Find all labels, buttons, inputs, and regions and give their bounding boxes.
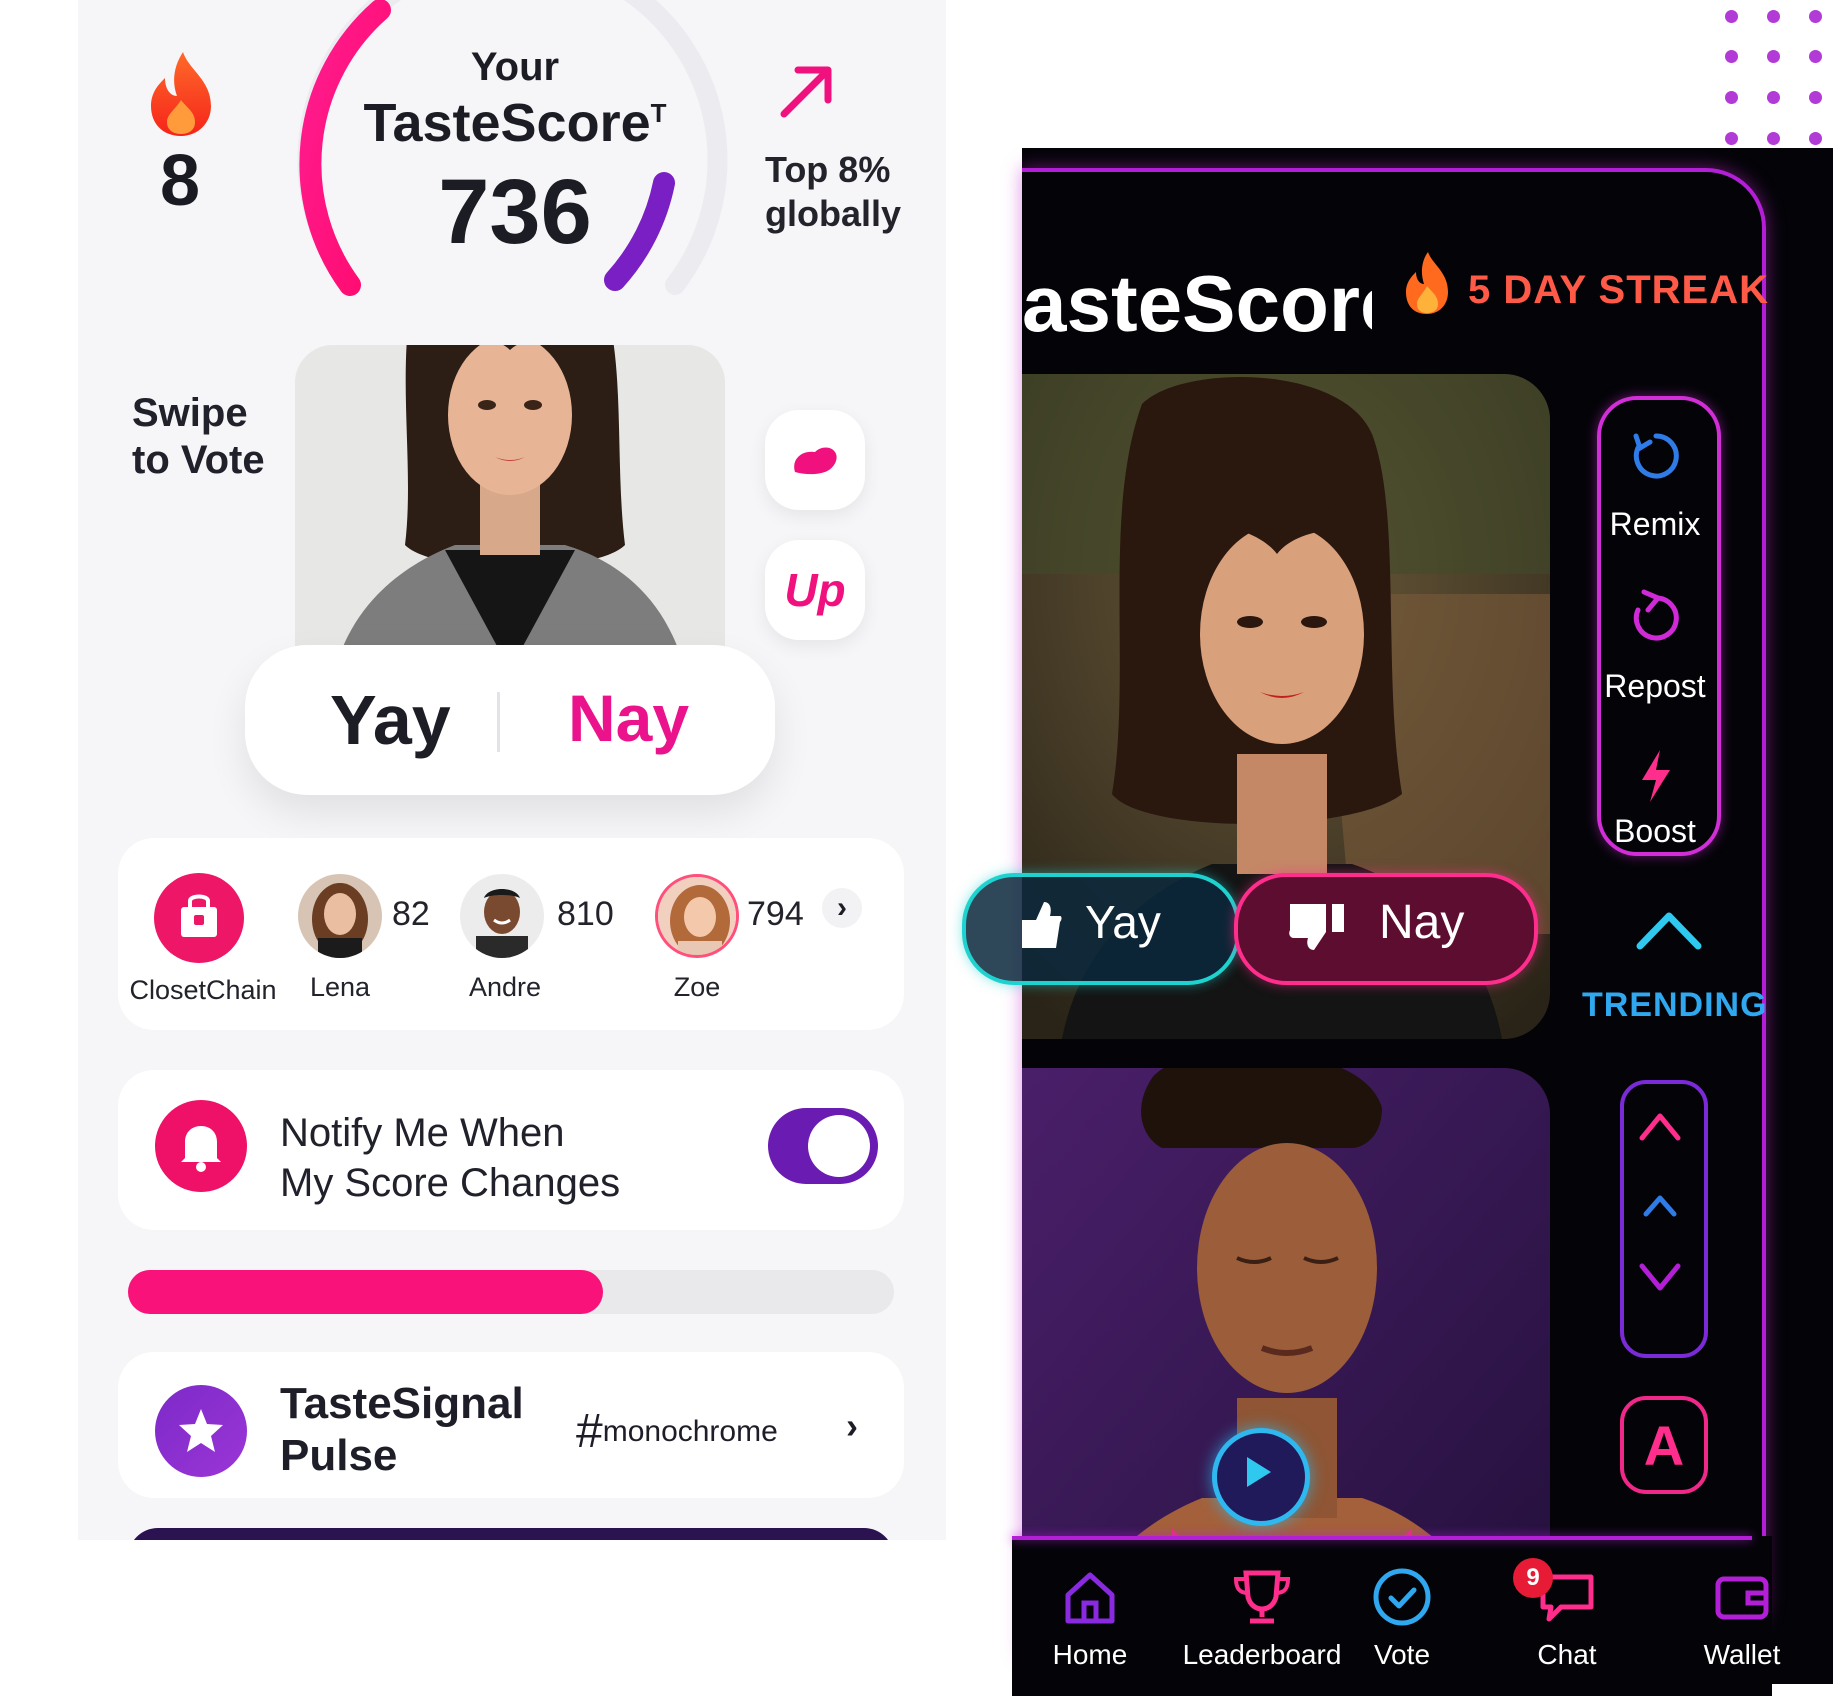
fire-icon — [151, 52, 211, 136]
repost-icon[interactable] — [1630, 588, 1682, 644]
thumbs-up-icon — [1022, 902, 1062, 948]
shopping-bag-icon — [181, 894, 217, 937]
score-title-your: Your — [470, 45, 560, 89]
wallet-icon — [1715, 1576, 1769, 1620]
tastesignal-chevron-icon[interactable]: › — [846, 1405, 858, 1447]
nav-chat-label: Chat — [1537, 1639, 1597, 1670]
brand-title-text: asteScore — [1022, 259, 1372, 348]
global-rank-scope: globally — [765, 193, 902, 234]
tastesignal-title-line2: Pulse — [280, 1431, 398, 1480]
nay-button[interactable]: Nay — [568, 680, 689, 756]
friends-next-button[interactable]: › — [822, 888, 862, 928]
dark-nay-label: Nay — [1379, 896, 1465, 949]
dark-yay-label: Yay — [1085, 896, 1161, 948]
friend-avatar-lena[interactable] — [298, 874, 382, 958]
friend-score-zoe: 794 — [747, 895, 804, 933]
nav-home[interactable]: Home — [1010, 1563, 1170, 1671]
play-icon — [1247, 1457, 1271, 1487]
nav-vote[interactable]: Vote — [1322, 1563, 1482, 1671]
global-rank: Top 8% globally — [765, 148, 925, 236]
light-app-screen: 8 Your TasteScoreT 736 Top 8% globally S… — [0, 0, 1022, 1540]
a-button[interactable]: A — [1620, 1396, 1708, 1494]
nav-wallet[interactable]: Wallet — [1662, 1563, 1822, 1671]
trending-hashtag[interactable]: #monochrome — [576, 1404, 778, 1459]
friend-avatar-zoe[interactable] — [655, 874, 739, 958]
outfit-photo-card[interactable] — [295, 345, 725, 670]
upvote-label: Up — [784, 564, 846, 616]
score-value: 736 — [438, 161, 592, 263]
score-title: TasteScoreT — [340, 92, 690, 154]
star-badge-icon — [155, 1385, 247, 1477]
notify-label-line2: My Score Changes — [280, 1161, 621, 1205]
chat-badge: 9 — [1513, 1558, 1553, 1598]
friend-score-andre: 810 — [557, 895, 614, 933]
tastesignal-title-line1: TasteSignal — [280, 1379, 524, 1428]
closetchain-button[interactable] — [154, 873, 244, 963]
heart-bubble-icon — [794, 447, 837, 475]
friend-name-andre: Andre — [468, 972, 542, 1002]
upvote-button[interactable]: Up — [765, 540, 865, 640]
chevron-up-icon[interactable] — [1636, 1108, 1684, 1144]
check-circle-icon — [1373, 1568, 1431, 1626]
repost-label[interactable]: Repost — [1590, 668, 1720, 705]
chevron-down-icon[interactable] — [1636, 1258, 1684, 1294]
score-title-text: TasteScore — [363, 93, 651, 153]
vote-divider — [497, 692, 500, 752]
vote-pill — [245, 645, 775, 795]
home-icon — [1065, 1572, 1115, 1624]
nav-wallet-label: Wallet — [1703, 1639, 1781, 1670]
hashtag-text: monochrome — [602, 1415, 778, 1448]
toggle-knob — [808, 1115, 870, 1177]
thumbs-down-icon — [1289, 904, 1344, 950]
woman-photo — [295, 345, 725, 670]
streak-count: 8 — [159, 141, 201, 221]
swipe-hint: Swipe to Vote — [132, 390, 322, 484]
chevron-right-icon: › — [837, 891, 847, 924]
trophy-icon — [1233, 1570, 1291, 1624]
tastesignal-title: TasteSignal Pulse — [280, 1378, 560, 1482]
notify-label: Notify Me When My Score Changes — [280, 1108, 710, 1208]
brand-title: asteScoreT — [1022, 258, 1372, 350]
like-button[interactable] — [765, 410, 865, 510]
hashtag-symbol: # — [576, 1405, 603, 1458]
nav-home-label: Home — [1052, 1639, 1128, 1670]
bell-icon — [155, 1100, 247, 1192]
dark-app-screen: asteScoreT 5 DAY STREAK Yay — [962, 148, 1833, 1696]
light-bottom-bar — [128, 1528, 894, 1540]
play-button[interactable] — [1212, 1428, 1310, 1526]
swipe-hint-line2: to Vote — [132, 438, 265, 482]
trending-label[interactable]: TRENDING — [1582, 986, 1768, 1025]
nav-divider — [1012, 1536, 1752, 1540]
remix-icon[interactable] — [1630, 430, 1682, 482]
yay-button[interactable]: Yay — [330, 680, 451, 760]
friend-name-zoe: Zoe — [673, 972, 721, 1002]
chevron-up-icon[interactable] — [1634, 906, 1704, 952]
friend-name-lena: Lena — [309, 972, 371, 1002]
remix-label[interactable]: Remix — [1590, 506, 1720, 543]
fire-icon — [1406, 252, 1448, 314]
friend-avatar-andre[interactable] — [460, 874, 544, 958]
boost-icon[interactable] — [1636, 748, 1676, 804]
swipe-hint-line1: Swipe — [132, 391, 248, 435]
notify-label-line1: Notify Me When — [280, 1111, 565, 1155]
boost-label[interactable]: Boost — [1590, 813, 1720, 850]
friend-score-lena: 82 — [392, 895, 430, 933]
nav-vote-label: Vote — [1373, 1639, 1431, 1670]
trend-up-arrow-icon — [780, 66, 832, 118]
score-trademark: T — [650, 98, 667, 128]
global-rank-percent: Top 8% — [765, 149, 891, 190]
streak-label: 5 DAY STREAK — [1468, 268, 1769, 312]
progress-fill — [128, 1270, 603, 1314]
chevron-up-small-icon[interactable] — [1640, 1190, 1680, 1220]
closetchain-label: ClosetChain — [129, 975, 277, 1005]
nav-chat[interactable]: Chat — [1487, 1563, 1647, 1671]
